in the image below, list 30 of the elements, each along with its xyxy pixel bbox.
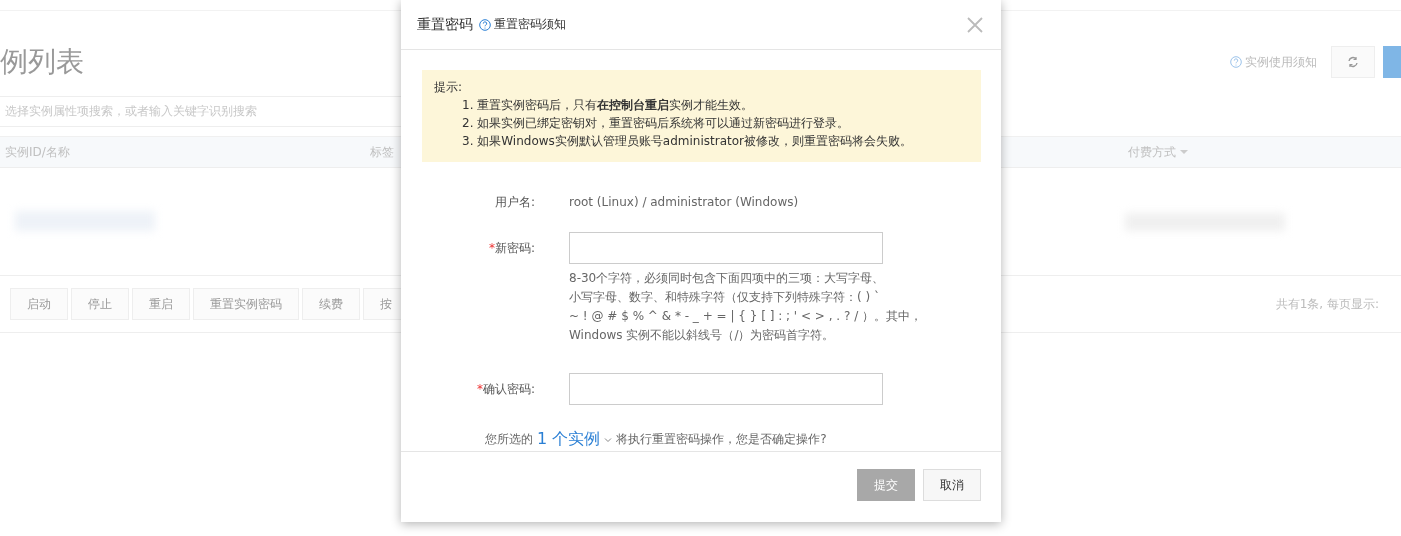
notice-item: 3. 如果Windows实例默认管理员账号administrator被修改，则重置密码将会失败。 [462, 133, 913, 150]
confirm-text: 您所选的 [485, 431, 533, 448]
notice-item: 2. 如果实例已绑定密钥对，重置密码后系统将可以通过新密码进行登录。 [462, 115, 851, 132]
notice-item: 1. 重置实例密码后，只有在控制台重启实例才能生效。 [462, 97, 755, 114]
notice-heading: 提示: [434, 79, 464, 96]
help-icon [479, 18, 491, 31]
password-hint: 8-30个字符，必须同时包含下面四项中的三项：大写字母、 小写字母、数字、和特殊字符（仅支持下列特殊字符：( ) ` ~ ! @ # $ % ^ & * - _ + = | { } [ ] : ; ' < > , . ? / ）。其中， Windows 实例不能以斜线号（/）为密码首字符。 [569, 270, 923, 344]
sort-caret-icon[interactable] [1180, 150, 1188, 154]
refresh-icon [1347, 56, 1359, 68]
help-icon [1230, 56, 1242, 68]
cancel-button[interactable]: 取消 [923, 469, 981, 501]
help-link[interactable]: 重置密码须知 [494, 16, 566, 33]
field-label: *确认密码: [475, 381, 535, 398]
refresh-button[interactable] [1331, 46, 1375, 78]
column-header: 实例ID/名称 [5, 143, 70, 161]
create-button[interactable] [1383, 46, 1401, 78]
chevron-down-icon[interactable] [604, 435, 613, 444]
page-title: 例列表 [0, 44, 84, 80]
field-value: root (Linux) / administrator (Windows) [569, 194, 799, 211]
password-field[interactable] [569, 373, 883, 405]
password-field[interactable] [569, 232, 883, 264]
column-header: 标签 [370, 143, 394, 161]
field-label: *新密码: [487, 240, 535, 257]
close-button[interactable] [965, 14, 985, 35]
field-label: 用户名: [493, 194, 535, 211]
confirm-text: 将执行重置密码操作，您是否确定操作? [616, 431, 827, 448]
dialog-title: 重置密码 [417, 15, 473, 34]
pagination-info: 共有1条, 每页显示: [1275, 295, 1379, 313]
help-link[interactable]: 实例使用须知 [1245, 53, 1317, 71]
instance-link[interactable]: 1 个实例 [537, 429, 601, 450]
